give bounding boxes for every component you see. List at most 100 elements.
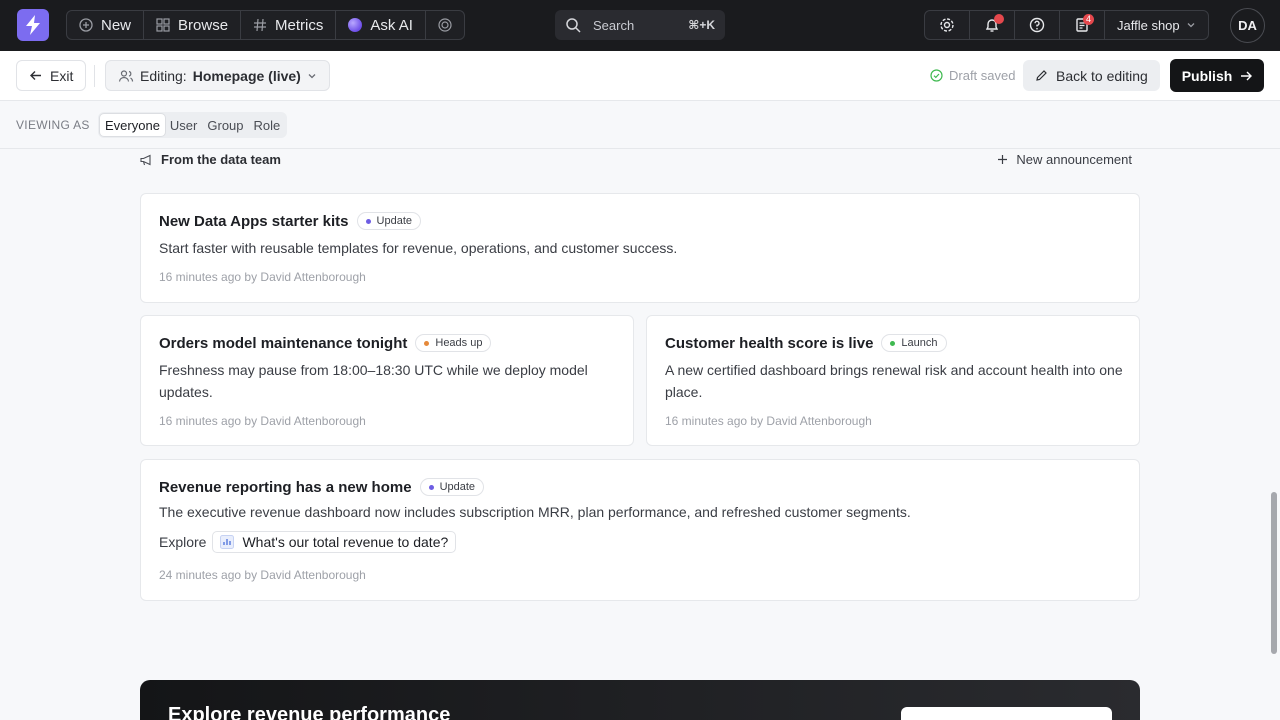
exit-label: Exit <box>50 67 74 84</box>
back-to-editing-label: Back to editing <box>1056 67 1148 84</box>
gear-icon <box>940 18 954 32</box>
explore-label: Explore <box>159 534 207 550</box>
megaphone-icon <box>140 154 151 165</box>
notifications-button[interactable] <box>970 11 1015 39</box>
tag-label: Update <box>439 481 476 493</box>
audience-option-everyone[interactable]: Everyone <box>100 114 165 136</box>
grid-icon <box>156 18 170 32</box>
app-logo[interactable] <box>17 9 49 41</box>
viewing-as-label: VIEWING AS <box>16 118 90 132</box>
announcement-title-text: New Data Apps starter kits <box>159 212 349 230</box>
announcement-meta: 16 minutes ago by David Attenborough <box>159 414 366 428</box>
publish-label: Publish <box>1181 67 1233 84</box>
browse-label: Browse <box>178 16 229 34</box>
section-title-label: From the data team <box>161 152 281 167</box>
users-icon <box>118 69 134 82</box>
lightning-icon <box>26 15 40 35</box>
announcement-title: Orders model maintenance tonight Heads u… <box>159 334 492 352</box>
saved-question-label: What's our total revenue to date? <box>242 534 449 550</box>
help-icon <box>1029 17 1045 33</box>
utility-nav-group: 4 Jaffle shop <box>924 10 1209 40</box>
activity-count-badge: 4 <box>1082 14 1094 25</box>
edit-toolbar: Exit Editing: Homepage (live) Draft save… <box>0 51 1280 101</box>
workspace-label: Jaffle shop <box>1117 17 1180 33</box>
announcement-body: Start faster with reusable templates for… <box>159 240 678 256</box>
plus-circle-icon <box>79 18 93 32</box>
page-scrollbar[interactable] <box>1271 492 1277 654</box>
chevron-down-icon <box>308 73 316 78</box>
announcement-body: Freshness may pause from 18:00–18:30 UTC… <box>159 362 588 400</box>
ask-ai-button[interactable]: Ask AI <box>336 11 426 39</box>
announcement-card[interactable]: Revenue reporting has a new home Update … <box>140 459 1140 601</box>
new-label: New <box>101 16 132 34</box>
hero-action-button[interactable] <box>901 707 1112 720</box>
arrow-left-icon <box>30 71 41 80</box>
audience-segmented-control: Everyone User Group Role <box>98 112 288 138</box>
draft-status-label: Draft saved <box>949 68 1016 83</box>
chevron-down-icon <box>1187 23 1195 28</box>
tag-label: Heads up <box>435 337 483 349</box>
back-to-editing-button[interactable]: Back to editing <box>1023 60 1160 91</box>
announcement-title-text: Customer health score is live <box>665 334 874 352</box>
audience-option-user[interactable]: User <box>165 114 202 136</box>
saved-question-link[interactable]: What's our total revenue to date? <box>212 531 457 553</box>
announcement-meta: 24 minutes ago by David Attenborough <box>159 568 366 582</box>
arrow-right-icon <box>1241 71 1253 80</box>
plus-icon <box>998 155 1008 164</box>
tag-label: Launch <box>901 337 938 349</box>
viewing-as-bar: VIEWING AS Everyone User Group Role <box>0 101 1280 149</box>
announcement-title-text: Orders model maintenance tonight <box>159 334 408 352</box>
announcement-body: The executive revenue dashboard now incl… <box>159 504 911 520</box>
toolbar-divider <box>94 65 95 87</box>
browse-button[interactable]: Browse <box>144 11 242 39</box>
workspace-switcher[interactable]: Jaffle shop <box>1105 11 1208 39</box>
announcement-title: Revenue reporting has a new home Update <box>159 478 485 496</box>
tag-launch: Launch <box>881 334 947 352</box>
announcement-card[interactable]: Customer health score is live Launch A n… <box>646 315 1140 446</box>
top-navigation: New Browse Metrics Ask AI Search ⌘+K 4 J… <box>0 0 1280 51</box>
announcement-meta: 16 minutes ago by David Attenborough <box>159 270 366 284</box>
user-avatar[interactable]: DA <box>1230 8 1265 43</box>
search-shortcut: ⌘+K <box>688 18 715 32</box>
settings-button[interactable] <box>925 11 970 39</box>
new-button[interactable]: New <box>67 11 145 39</box>
explore-hero-banner: Explore revenue performance <box>140 680 1140 720</box>
audience-option-group[interactable]: Group <box>202 114 248 136</box>
search-icon <box>566 18 581 33</box>
metrics-button[interactable]: Metrics <box>241 11 337 39</box>
hero-title: Explore revenue performance <box>168 704 451 720</box>
target-icon <box>438 18 452 32</box>
metrics-label: Metrics <box>275 16 324 34</box>
publish-button[interactable]: Publish <box>1170 59 1264 92</box>
search-bar[interactable]: Search ⌘+K <box>555 10 725 40</box>
section-title: From the data team <box>140 152 281 167</box>
audience-option-role[interactable]: Role <box>249 114 286 136</box>
announcement-card[interactable]: Orders model maintenance tonight Heads u… <box>140 315 634 446</box>
new-announcement-button[interactable]: New announcement <box>997 152 1132 167</box>
pencil-icon <box>1036 70 1047 81</box>
check-circle-icon <box>930 69 943 82</box>
ai-orb-icon <box>348 18 363 32</box>
editing-target-dropdown[interactable]: Editing: Homepage (live) <box>105 60 330 91</box>
announcement-body: A new certified dashboard brings renewal… <box>665 362 1123 400</box>
ask-ai-label: Ask AI <box>370 16 413 34</box>
activity-button[interactable]: 4 <box>1060 11 1105 39</box>
draft-status: Draft saved <box>930 68 1015 83</box>
notification-dot <box>994 14 1004 24</box>
announcements-header: From the data team New announcement <box>140 150 1140 170</box>
exit-button[interactable]: Exit <box>16 60 87 91</box>
announcement-title-text: Revenue reporting has a new home <box>159 478 412 496</box>
target-button[interactable] <box>426 11 464 39</box>
editing-target: Homepage (live) <box>192 67 301 84</box>
bar-chart-icon <box>220 535 235 549</box>
help-button[interactable] <box>1015 11 1060 39</box>
tag-update: Update <box>419 478 485 496</box>
hash-icon <box>253 18 267 32</box>
announcement-title: New Data Apps starter kits Update <box>159 212 421 230</box>
announcement-card[interactable]: New Data Apps starter kits Update Start … <box>140 193 1140 303</box>
tag-update: Update <box>356 212 421 230</box>
announcement-meta: 16 minutes ago by David Attenborough <box>665 414 872 428</box>
search-label: Search <box>593 17 635 33</box>
tag-label: Update <box>376 215 412 227</box>
main-nav-group: New Browse Metrics Ask AI <box>66 10 465 40</box>
